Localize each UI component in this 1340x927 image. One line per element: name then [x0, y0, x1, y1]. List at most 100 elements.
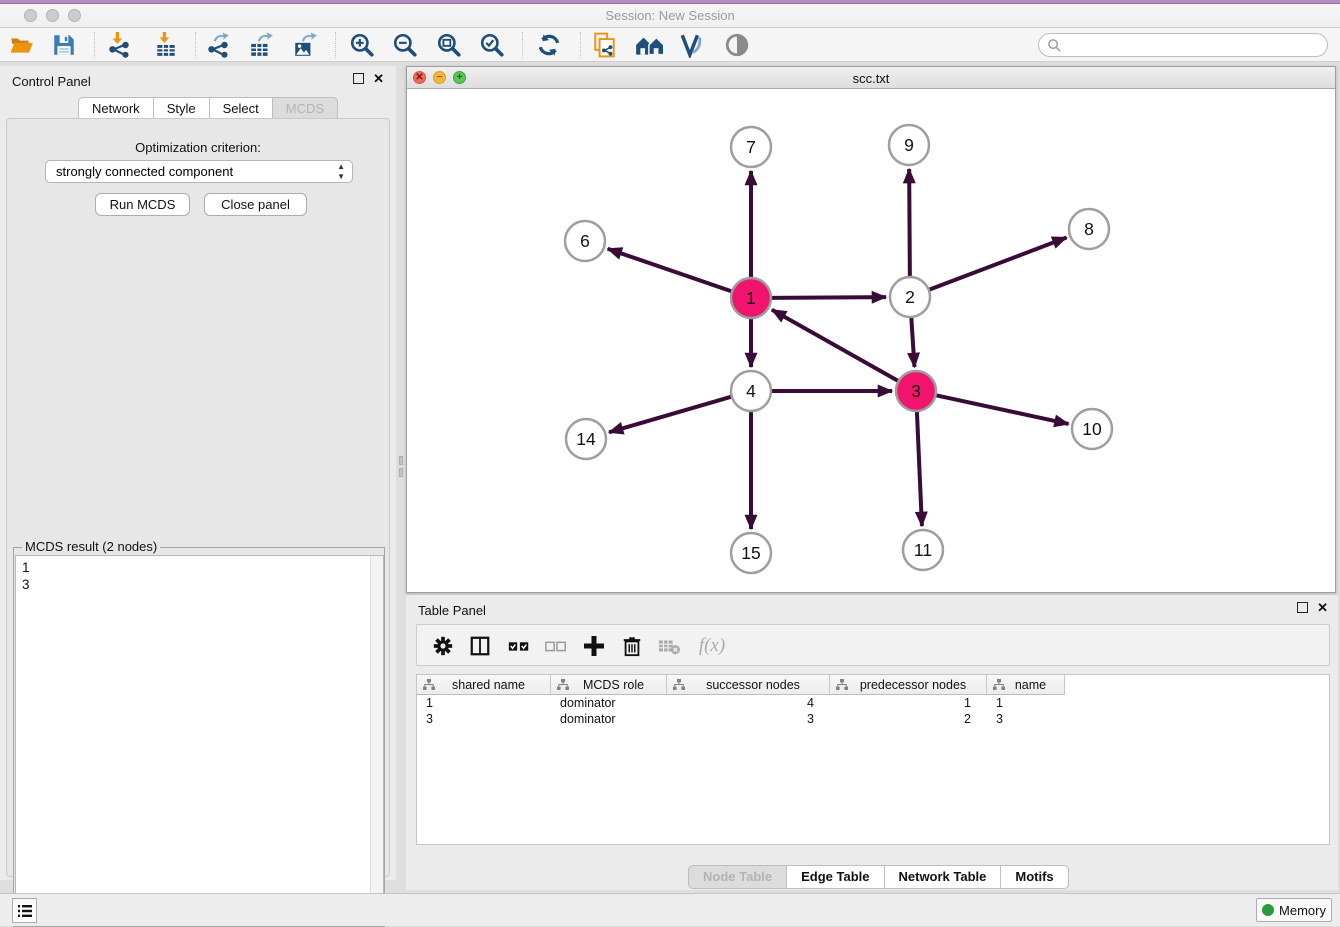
graph-node-9[interactable]: 9 — [889, 125, 929, 165]
graph-node-11[interactable]: 11 — [903, 530, 943, 570]
table-panel-title: Table Panel — [418, 603, 486, 618]
edge-3-11[interactable] — [917, 411, 922, 526]
run-mcds-button[interactable]: Run MCDS — [95, 193, 190, 216]
graph-node-2[interactable]: 2 — [890, 277, 930, 317]
table-row[interactable]: 3dominator323 — [417, 711, 1329, 727]
delete-table-icon — [655, 632, 683, 660]
search-field[interactable] — [1038, 33, 1328, 57]
close-table-panel-icon[interactable]: ✕ — [1317, 602, 1328, 613]
table-tab-node-table[interactable]: Node Table — [688, 865, 787, 889]
network-window-title: scc.txt — [407, 71, 1335, 86]
add-column-icon[interactable] — [580, 632, 608, 660]
export-image-icon[interactable] — [291, 31, 319, 59]
float-table-panel-icon[interactable] — [1297, 602, 1308, 613]
delete-column-icon[interactable] — [618, 632, 646, 660]
edge-2-8[interactable] — [929, 238, 1067, 290]
first-neighbors-icon[interactable] — [633, 31, 669, 59]
memory-label: Memory — [1279, 903, 1326, 918]
cell-MCDS-role[interactable]: dominator — [551, 695, 667, 711]
memory-button[interactable]: Memory — [1256, 898, 1332, 922]
node-label: 2 — [905, 287, 915, 307]
zoom-selected-icon[interactable] — [478, 31, 506, 59]
edge-4-14[interactable] — [609, 397, 732, 433]
edge-1-2[interactable] — [771, 297, 886, 298]
network-window-titlebar[interactable]: ✕ − + scc.txt — [407, 67, 1335, 89]
open-file-icon[interactable] — [8, 31, 36, 59]
graph-node-8[interactable]: 8 — [1069, 209, 1109, 249]
table-header: shared nameMCDS rolesuccessor nodesprede… — [417, 675, 1329, 695]
table-row[interactable]: 1dominator411 — [417, 695, 1329, 711]
cell-predecessor-nodes[interactable]: 1 — [830, 695, 987, 711]
task-history-button[interactable] — [12, 898, 37, 923]
column-header-successor-nodes[interactable]: successor nodes — [667, 675, 830, 695]
cell-predecessor-nodes[interactable]: 2 — [830, 711, 987, 727]
network-graph[interactable]: 7 9 6 8 1 2 4 3 14 10 15 11 — [407, 89, 1335, 592]
node-label: 15 — [741, 543, 760, 563]
close-panel-icon[interactable]: ✕ — [373, 73, 384, 84]
node-label: 11 — [914, 540, 932, 560]
node-label: 3 — [911, 381, 921, 401]
graph-node-14[interactable]: 14 — [566, 419, 606, 459]
column-header-name[interactable]: name — [987, 675, 1065, 695]
apply-style-icon[interactable] — [678, 31, 706, 59]
cell-shared-name[interactable]: 1 — [417, 695, 551, 711]
search-input[interactable] — [1062, 38, 1312, 53]
control-panel: Control Panel ✕ NetworkStyleSelectMCDS O… — [0, 66, 396, 880]
node-label: 7 — [746, 137, 756, 157]
unselect-all-icon[interactable] — [542, 632, 570, 660]
zoom-out-icon[interactable] — [391, 31, 419, 59]
export-network-icon[interactable] — [204, 31, 232, 59]
import-network-icon[interactable] — [105, 31, 133, 59]
zoom-in-icon[interactable] — [348, 31, 376, 59]
toolbar-separator — [580, 32, 581, 58]
columns-icon[interactable] — [466, 632, 494, 660]
table-tab-edge-table[interactable]: Edge Table — [787, 865, 884, 889]
hide-details-icon[interactable] — [723, 31, 751, 59]
edge-1-6[interactable] — [608, 249, 732, 292]
window-title: Session: New Session — [0, 8, 1340, 23]
save-session-icon[interactable] — [50, 31, 78, 59]
cell-shared-name[interactable]: 3 — [417, 711, 551, 727]
cell-successor-nodes[interactable]: 3 — [667, 711, 830, 727]
table-tabs: Node TableEdge TableNetwork TableMotifs — [688, 865, 1069, 889]
column-header-predecessor-nodes[interactable]: predecessor nodes — [830, 675, 987, 695]
cell-MCDS-role[interactable]: dominator — [551, 711, 667, 727]
export-table-icon[interactable] — [247, 31, 275, 59]
edge-2-3[interactable] — [911, 317, 914, 367]
zoom-fit-icon[interactable] — [435, 31, 463, 59]
cell-successor-nodes[interactable]: 4 — [667, 695, 830, 711]
table-panel-buttons: ✕ — [1297, 602, 1328, 613]
import-table-icon[interactable] — [152, 31, 180, 59]
select-all-icon[interactable] — [505, 632, 533, 660]
graph-node-15[interactable]: 15 — [731, 533, 771, 573]
graph-node-10[interactable]: 10 — [1072, 409, 1112, 449]
node-label: 9 — [904, 135, 914, 155]
close-panel-button[interactable]: Close panel — [204, 193, 307, 216]
network-window: ✕ − + scc.txt 7 9 6 8 1 2 4 3 14 10 15 11 — [406, 66, 1336, 593]
table-tab-network-table[interactable]: Network Table — [885, 865, 1002, 889]
column-header-shared-name[interactable]: shared name — [417, 675, 551, 695]
column-header-MCDS-role[interactable]: MCDS role — [551, 675, 667, 695]
criterion-select[interactable]: strongly connected component ▲▼ — [45, 160, 353, 183]
graph-node-7[interactable]: 7 — [731, 127, 771, 167]
result-scrollbar[interactable] — [370, 556, 383, 925]
graph-node-4[interactable]: 4 — [731, 371, 771, 411]
graph-node-6[interactable]: 6 — [565, 221, 605, 261]
node-table: shared nameMCDS rolesuccessor nodesprede… — [416, 674, 1330, 845]
mcds-tab-content: Optimization criterion: strongly connect… — [6, 118, 390, 877]
edge-3-1[interactable] — [772, 310, 899, 381]
graph-node-1[interactable]: 1 — [731, 278, 771, 318]
refresh-icon[interactable] — [535, 31, 563, 59]
float-panel-icon[interactable] — [353, 73, 364, 84]
cell-name[interactable]: 1 — [987, 695, 1065, 711]
gear-icon[interactable] — [429, 632, 457, 660]
toolbar-separator — [195, 32, 196, 58]
mcds-result-text[interactable]: 1 3 — [15, 555, 384, 926]
graph-node-3[interactable]: 3 — [896, 371, 936, 411]
cell-name[interactable]: 3 — [987, 711, 1065, 727]
table-tab-motifs[interactable]: Motifs — [1001, 865, 1068, 889]
vertical-splitter[interactable] — [396, 66, 406, 880]
edge-2-9[interactable] — [909, 169, 910, 277]
edge-3-10[interactable] — [936, 395, 1069, 424]
clone-network-icon[interactable] — [591, 31, 619, 59]
